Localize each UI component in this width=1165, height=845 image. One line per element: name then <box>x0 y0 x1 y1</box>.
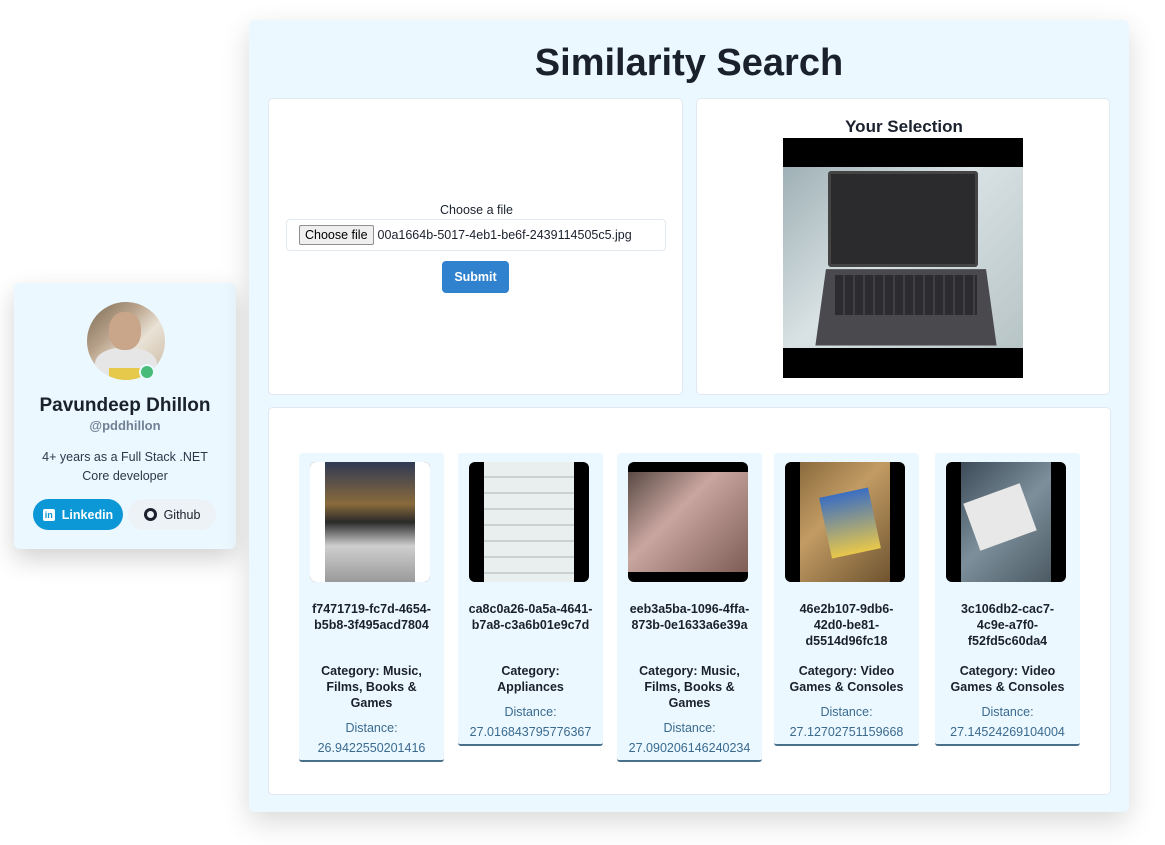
result-category: Category: Music, Films, Books & Games <box>639 664 740 710</box>
result-category: Category: Appliances <box>497 664 564 694</box>
github-label: Github <box>163 507 201 522</box>
result-category: Category: Video Games & Consoles <box>789 664 904 694</box>
result-id: 3c106db2-cac7-4c9e-a7f0-f52fd5c60da4 <box>960 602 1055 648</box>
result-card[interactable]: eeb3a5ba-1096-4ffa-873b-0e1633a6e39a Cat… <box>617 453 762 762</box>
profile-bio: 4+ years as a Full Stack .NET Core devel… <box>42 450 208 483</box>
results-panel: f7471719-fc7d-4654-b5b8-3f495acd7804 Cat… <box>268 407 1111 795</box>
submit-button[interactable]: Submit <box>442 261 509 293</box>
choose-file-button[interactable]: Choose file <box>299 225 374 245</box>
result-distance-value: 27.14524269104004 <box>950 725 1065 739</box>
selected-image <box>783 138 1023 378</box>
result-distance-value: 26.9422550201416 <box>317 741 426 755</box>
result-distance-label: Distance: <box>345 721 398 735</box>
profile-name: Pavundeep Dhillon <box>39 395 211 416</box>
result-image <box>310 462 430 582</box>
linkedin-button[interactable]: in Linkedin <box>33 499 123 530</box>
linkedin-label: Linkedin <box>61 507 114 522</box>
github-icon <box>143 508 157 521</box>
profile-card: Pavundeep Dhillon @pddhillon 4+ years as… <box>14 283 236 549</box>
result-id: 46e2b107-9db6-42d0-be81-d5514d96fc18 <box>799 602 894 648</box>
result-image <box>785 462 905 582</box>
result-id: f7471719-fc7d-4654-b5b8-3f495acd7804 <box>312 602 431 632</box>
file-label: Choose a file <box>440 203 513 217</box>
result-distance-label: Distance: <box>504 705 557 719</box>
similarity-search-panel: Similarity Search Choose a file Choose f… <box>249 20 1129 812</box>
result-card[interactable]: 3c106db2-cac7-4c9e-a7f0-f52fd5c60da4 Cat… <box>935 453 1080 746</box>
result-image <box>469 462 589 582</box>
result-id: ca8c0a26-0a5a-4641-b7a8-c3a6b01e9c7d <box>468 602 593 632</box>
linkedin-icon: in <box>42 508 55 521</box>
selection-title: Your Selection <box>845 117 963 136</box>
result-card[interactable]: 46e2b107-9db6-42d0-be81-d5514d96fc18 Cat… <box>774 453 919 746</box>
result-id: eeb3a5ba-1096-4ffa-873b-0e1633a6e39a <box>629 602 750 632</box>
file-name: 00a1664b-5017-4eb1-be6f-2439114505c5.jpg <box>377 228 632 242</box>
result-card[interactable]: f7471719-fc7d-4654-b5b8-3f495acd7804 Cat… <box>299 453 444 762</box>
result-distance-value: 27.12702751159668 <box>789 725 904 739</box>
page-title: Similarity Search <box>534 42 844 84</box>
result-distance-label: Distance: <box>663 721 716 735</box>
result-category: Category: Video Games & Consoles <box>950 664 1065 694</box>
selection-panel: Your Selection <box>696 98 1110 395</box>
github-button[interactable]: Github <box>128 499 216 530</box>
result-image <box>628 462 748 582</box>
profile-handle: @pddhillon <box>89 418 161 433</box>
online-status-indicator <box>139 364 155 380</box>
file-input[interactable]: Choose file 00a1664b-5017-4eb1-be6f-2439… <box>286 219 666 251</box>
result-category: Category: Music, Films, Books & Games <box>321 664 422 710</box>
result-distance-label: Distance: <box>981 705 1034 719</box>
result-image <box>946 462 1066 582</box>
result-card[interactable]: ca8c0a26-0a5a-4641-b7a8-c3a6b01e9c7d Cat… <box>458 453 603 746</box>
result-distance-label: Distance: <box>820 705 873 719</box>
result-distance-value: 27.016843795776367 <box>469 725 592 739</box>
result-distance-value: 27.090206146240234 <box>628 741 751 755</box>
upload-panel: Choose a file Choose file 00a1664b-5017-… <box>268 98 683 395</box>
